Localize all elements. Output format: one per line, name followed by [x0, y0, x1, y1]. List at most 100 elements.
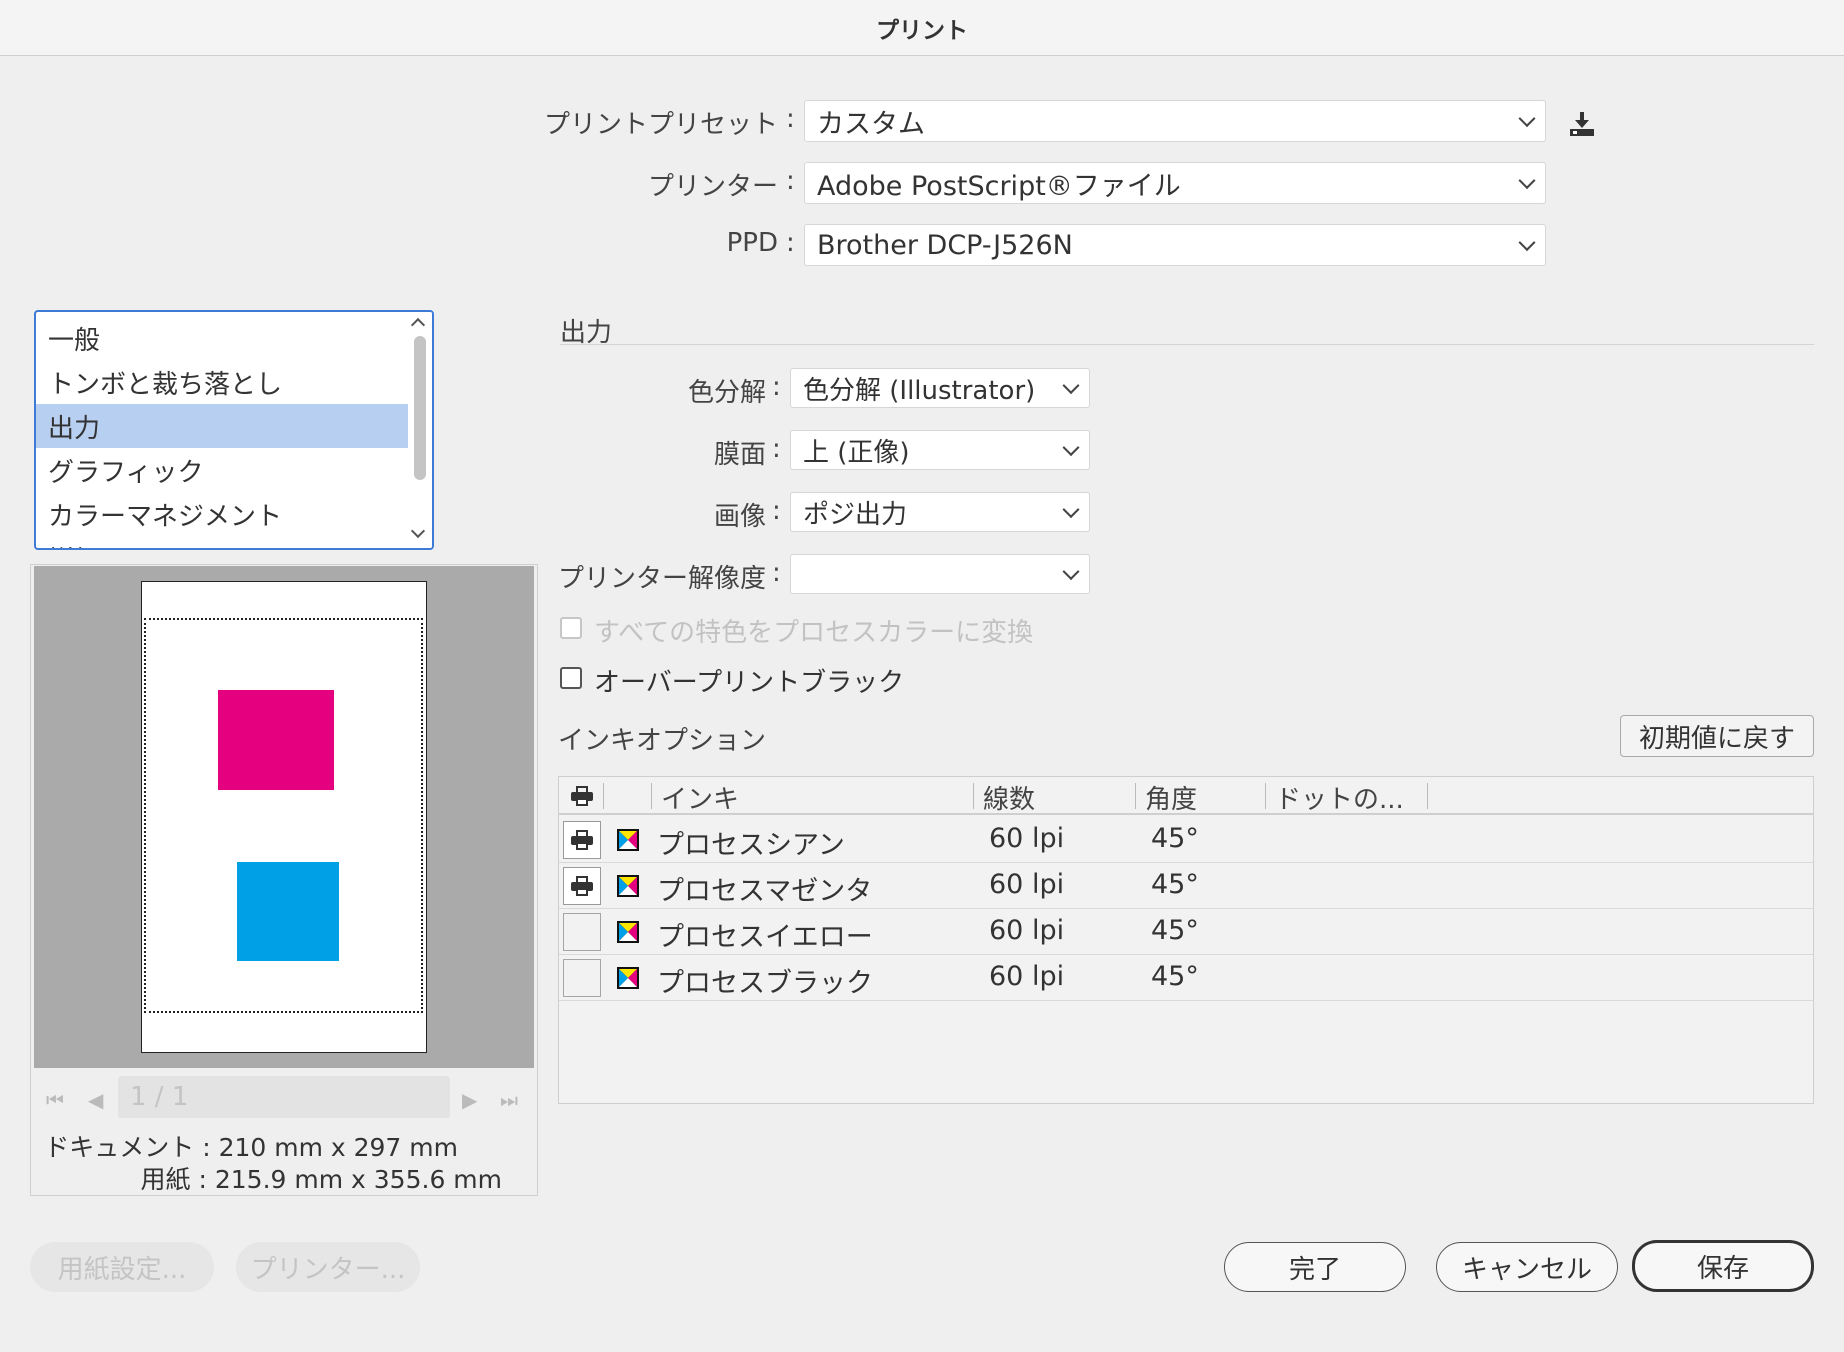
ink-angle[interactable]: 45° — [1151, 961, 1199, 992]
cancel-button[interactable]: キャンセル — [1436, 1242, 1618, 1292]
next-page-icon[interactable]: ▶ — [462, 1088, 477, 1112]
convert-spot-checkbox[interactable] — [560, 617, 582, 639]
chevron-down-icon — [1518, 234, 1536, 252]
print-toggle[interactable] — [563, 959, 601, 997]
category-item-color-management[interactable]: カラーマネジメント — [36, 492, 408, 536]
category-item-general[interactable]: 一般 — [36, 316, 408, 360]
ink-row[interactable]: プロセスイエロー 60 lpi 45° — [559, 909, 1813, 955]
image-value: ポジ出力 — [803, 499, 908, 530]
save-button[interactable]: 保存 — [1632, 1240, 1814, 1292]
done-button[interactable]: 完了 — [1224, 1242, 1406, 1292]
page-setup-button[interactable]: 用紙設定... — [30, 1242, 214, 1292]
process-color-icon — [617, 967, 639, 989]
preset-colon: : — [786, 104, 795, 134]
column-separator — [1427, 783, 1428, 809]
reset-button[interactable]: 初期値に戻す — [1620, 715, 1814, 757]
category-list[interactable]: 一般 トンボと裁ち落とし 出力 グラフィック カラーマネジメント 詳細 — [34, 310, 434, 550]
separation-label: 色分解 — [687, 378, 766, 408]
emulsion-select[interactable]: 上 (正像) — [790, 430, 1090, 470]
column-separator — [973, 783, 974, 809]
ppd-value: Brother DCP-J526N — [817, 229, 1073, 261]
ppd-label: PPD — [726, 228, 778, 258]
separation-value: 色分解 (Illustrator) — [803, 375, 1036, 406]
ink-frequency[interactable]: 60 lpi — [989, 823, 1064, 854]
printer-icon — [571, 830, 593, 850]
section-divider — [560, 344, 1814, 345]
ink-name: プロセスイエロー — [657, 922, 873, 953]
column-separator — [603, 783, 604, 809]
chevron-down-icon — [1062, 377, 1080, 395]
ink-angle[interactable]: 45° — [1151, 869, 1199, 900]
ink-name: プロセスマゼンタ — [657, 876, 873, 907]
preset-value: カスタム — [817, 108, 925, 140]
column-header-angle[interactable]: 角度 — [1145, 779, 1197, 816]
printer-button[interactable]: プリンター... — [236, 1242, 420, 1292]
column-header-ink[interactable]: インキ — [661, 779, 739, 816]
printer-value: Adobe PostScript®ファイル — [817, 170, 1181, 202]
category-item-marks-bleed[interactable]: トンボと裁ち落とし — [36, 360, 408, 404]
prev-page-icon[interactable]: ◀ — [88, 1088, 103, 1112]
print-dialog: プリント プリントプリセット : カスタム プリンター : Adobe Post… — [0, 0, 1844, 1352]
ink-frequency[interactable]: 60 lpi — [989, 915, 1064, 946]
convert-spot-label: すべての特色をプロセスカラーに変換 — [594, 618, 1034, 648]
ppd-colon: : — [786, 228, 795, 258]
ink-name: プロセスブラック — [657, 968, 873, 999]
resolution-select[interactable] — [790, 554, 1090, 594]
ink-angle[interactable]: 45° — [1151, 915, 1199, 946]
preview-cyan-square — [237, 862, 339, 961]
preview-magenta-square — [218, 690, 334, 790]
category-item-output[interactable]: 出力 — [36, 404, 408, 448]
save-preset-icon[interactable] — [1568, 110, 1596, 138]
scroll-down-icon[interactable] — [410, 523, 426, 539]
overprint-black-checkbox[interactable] — [560, 667, 582, 689]
chevron-down-icon — [1518, 172, 1536, 190]
printer-icon — [571, 786, 593, 806]
document-size: ドキュメント : 210 mm x 297 mm — [44, 1133, 458, 1162]
separation-select[interactable]: 色分解 (Illustrator) — [790, 368, 1090, 408]
last-page-icon[interactable]: ⏭ — [500, 1088, 518, 1112]
print-toggle[interactable] — [563, 913, 601, 951]
emulsion-colon: : — [772, 434, 781, 464]
ink-row[interactable]: プロセスシアン 60 lpi 45° — [559, 817, 1813, 863]
column-header-dot-shape[interactable]: ドットの... — [1275, 779, 1404, 816]
ppd-select[interactable]: Brother DCP-J526N — [804, 224, 1546, 266]
scroll-up-icon[interactable] — [410, 317, 426, 333]
process-color-icon — [617, 921, 639, 943]
image-label: 画像 — [713, 502, 766, 532]
column-separator — [651, 783, 652, 809]
ink-frequency[interactable]: 60 lpi — [989, 961, 1064, 992]
page-number-field[interactable]: 1 / 1 — [118, 1076, 450, 1118]
resolution-label: プリンター解像度 — [557, 564, 766, 594]
process-color-icon — [617, 875, 639, 897]
ink-table-header: インキ 線数 角度 ドットの... — [559, 777, 1813, 815]
printer-label: プリンター — [647, 172, 778, 202]
window-title: プリント — [0, 0, 1844, 56]
printer-select[interactable]: Adobe PostScript®ファイル — [804, 162, 1546, 204]
category-item-advanced[interactable]: 詳細 — [36, 536, 408, 549]
ink-name: プロセスシアン — [657, 830, 845, 861]
printer-colon: : — [786, 166, 795, 196]
separation-colon: : — [772, 372, 781, 402]
printer-icon — [571, 876, 593, 896]
scroll-thumb[interactable] — [414, 336, 426, 480]
category-scrollbar[interactable] — [408, 312, 432, 548]
ink-angle[interactable]: 45° — [1151, 823, 1199, 854]
print-toggle[interactable] — [563, 821, 601, 859]
ink-row[interactable]: プロセスブラック 60 lpi 45° — [559, 955, 1813, 1001]
column-separator — [1265, 783, 1266, 809]
column-separator — [1135, 783, 1136, 809]
chevron-down-icon — [1062, 501, 1080, 519]
column-header-frequency[interactable]: 線数 — [983, 779, 1035, 816]
image-select[interactable]: ポジ出力 — [790, 492, 1090, 532]
preset-select[interactable]: カスタム — [804, 100, 1546, 142]
first-page-icon[interactable]: ⏮ — [46, 1088, 64, 1112]
ink-row[interactable]: プロセスマゼンタ 60 lpi 45° — [559, 863, 1813, 909]
image-colon: : — [772, 496, 781, 526]
category-item-graphics[interactable]: グラフィック — [36, 448, 408, 492]
ink-frequency[interactable]: 60 lpi — [989, 869, 1064, 900]
ink-table: インキ 線数 角度 ドットの... プロセスシアン 60 lpi 45° プロセ… — [558, 776, 1814, 1104]
print-toggle[interactable] — [563, 867, 601, 905]
emulsion-value: 上 (正像) — [803, 437, 910, 468]
process-color-icon — [617, 829, 639, 851]
overprint-black-label: オーバープリントブラック — [594, 668, 905, 698]
